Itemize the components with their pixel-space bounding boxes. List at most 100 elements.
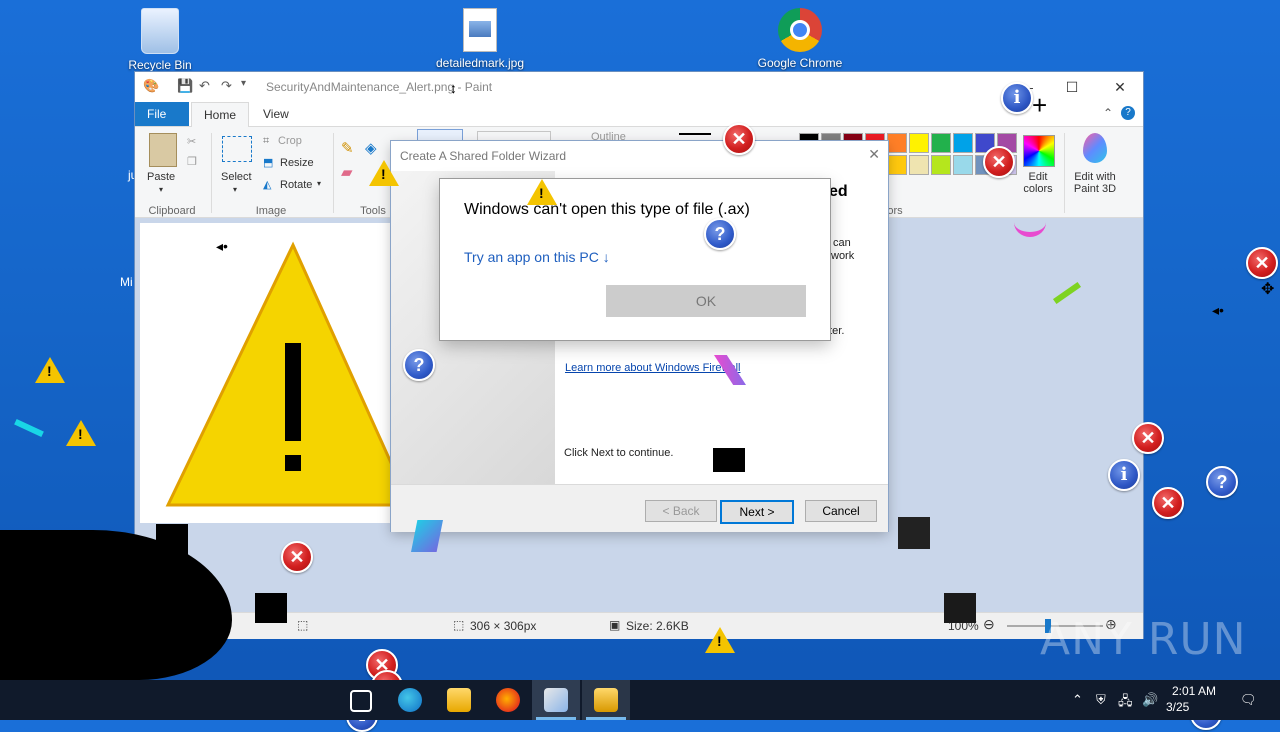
resize-button[interactable]: Resize <box>280 157 314 169</box>
security-tray-icon[interactable]: ⛨ <box>1096 692 1106 708</box>
tab-file[interactable]: File <box>135 102 189 126</box>
anyrun-watermark: ANY RUN <box>1040 614 1247 665</box>
file-explorer-icon[interactable] <box>447 688 471 712</box>
help-icon[interactable]: ? <box>1121 106 1135 120</box>
desktop-partial-label: Mi <box>120 275 133 289</box>
brushes-button[interactable] <box>417 129 463 141</box>
color-swatch[interactable] <box>953 155 973 175</box>
tab-home[interactable]: Home <box>191 102 250 127</box>
clock[interactable]: 2:01 AM 3/25 <box>1166 683 1222 715</box>
maximize-button[interactable]: ☐ <box>1049 72 1095 102</box>
resize-icon: ⬒ <box>263 157 274 169</box>
color-swatch[interactable] <box>931 155 951 175</box>
eraser-icon[interactable]: ▰ <box>341 163 353 181</box>
glitch-artifact <box>156 524 188 556</box>
next-button[interactable]: Next > <box>720 500 794 524</box>
pencil-icon[interactable]: ✎ <box>341 139 354 157</box>
customize-qat-icon[interactable]: ▾ <box>241 78 246 89</box>
notifications-icon[interactable]: 🗨 <box>1240 692 1257 708</box>
desktop-icon-detailedmark[interactable]: detailedmark.jpg <box>425 8 535 70</box>
exclamation-dot <box>285 455 301 471</box>
color-swatch[interactable] <box>909 133 929 153</box>
chrome-icon <box>778 8 822 52</box>
paste-button[interactable]: Paste <box>147 171 175 183</box>
error-icon: ✕ <box>983 146 1015 178</box>
color-swatch[interactable] <box>931 133 951 153</box>
size-line-icon[interactable] <box>679 133 711 135</box>
paint-app-icon: 🎨 <box>143 78 160 93</box>
copy-icon[interactable]: ❐ <box>187 155 197 168</box>
rotate-icon: ◭ <box>263 179 272 191</box>
paint-taskbar-button[interactable] <box>532 680 580 720</box>
tray-chevron-icon[interactable]: ⌃ <box>1072 692 1083 708</box>
edit-colors-button[interactable]: Edit colors <box>1017 171 1059 195</box>
firewall-link[interactable]: Learn more about Windows Firewall <box>565 362 740 374</box>
file-size: Size: 2.6KB <box>626 619 689 633</box>
move-cursor-icon: ✥ <box>1261 281 1275 298</box>
try-app-link[interactable]: Try an app on this PC ↓ <box>464 249 610 265</box>
chevron-down-icon[interactable]: ▾ <box>159 185 163 194</box>
crop-button[interactable]: Crop <box>278 135 302 147</box>
collapse-ribbon-icon[interactable]: ⌃ <box>1103 106 1113 120</box>
task-view-icon[interactable] <box>350 690 372 712</box>
save-icon[interactable]: 💾 <box>177 78 193 94</box>
warning-image <box>165 241 413 507</box>
open-with-dialog: Windows can't open this type of file (.a… <box>440 179 830 340</box>
ribbon-divider <box>211 133 212 213</box>
crop-icon: ⌗ <box>263 135 270 147</box>
rotate-button[interactable]: Rotate <box>280 179 312 191</box>
warning-icon: ! <box>66 420 96 446</box>
resize-cursor-icon: ↕ <box>450 80 457 96</box>
edge-icon[interactable] <box>398 688 422 712</box>
recycle-bin-icon <box>141 8 179 54</box>
edit-with-paint3d-button[interactable]: Edit with Paint 3D <box>1069 171 1121 195</box>
wizard-taskbar-button[interactable] <box>582 680 630 720</box>
volume-tray-icon[interactable]: 🔊 <box>1142 692 1158 708</box>
warning-icon: ! <box>527 179 557 205</box>
ok-button[interactable]: OK <box>606 285 806 317</box>
back-button[interactable]: < Back <box>645 500 717 522</box>
cut-icon[interactable]: ✂ <box>187 135 196 148</box>
warning-icon: ! <box>35 357 65 383</box>
group-label-tools: Tools <box>360 205 386 217</box>
network-tray-icon[interactable]: 🖧 <box>1118 692 1133 714</box>
wizard-text: work <box>831 250 855 262</box>
warning-icon: ! <box>705 627 735 653</box>
desktop-icon-chrome[interactable]: Google Chrome <box>745 8 855 70</box>
disk-icon: ▣ <box>609 618 621 632</box>
color-swatch[interactable] <box>909 155 929 175</box>
undo-icon[interactable]: ↶ <box>199 78 210 94</box>
help-icon: ? <box>403 349 435 381</box>
ribbon-divider <box>1064 133 1065 213</box>
color-swatch[interactable] <box>887 133 907 153</box>
glitch-artifact <box>898 517 930 549</box>
info-icon: i <box>1001 82 1033 114</box>
glitch-artifact <box>255 593 287 623</box>
image-dimensions: 306 × 306px <box>470 619 537 633</box>
color-swatch[interactable] <box>887 155 907 175</box>
select-icon <box>222 136 252 162</box>
paste-icon <box>149 133 177 167</box>
drawing-canvas[interactable] <box>140 223 413 523</box>
glitch-artifact <box>14 418 44 438</box>
firefox-icon[interactable] <box>496 688 520 712</box>
zoom-out-icon[interactable]: ⊖ <box>983 616 995 633</box>
cancel-button[interactable]: Cancel <box>805 500 877 522</box>
chevron-down-icon[interactable]: ▾ <box>317 179 321 188</box>
image-file-icon <box>463 8 497 52</box>
group-label-clipboard: Clipboard <box>148 205 196 217</box>
wizard-close-button[interactable]: ✕ <box>868 146 880 163</box>
redo-icon[interactable]: ↷ <box>221 78 232 94</box>
crosshair-cursor-icon: + <box>1032 90 1048 120</box>
window-title: SecurityAndMaintenance_Alert.png - Paint <box>266 80 493 94</box>
error-icon: ✕ <box>281 541 313 573</box>
desktop-icon-recycle-bin[interactable]: Recycle Bin <box>105 8 215 72</box>
warning-triangle <box>165 241 413 507</box>
tab-view[interactable]: View <box>251 102 301 126</box>
color-swatch[interactable] <box>953 133 973 153</box>
select-button[interactable]: Select <box>221 171 252 183</box>
close-button[interactable]: ✕ <box>1097 72 1143 102</box>
fill-icon[interactable]: ◈ <box>365 139 377 157</box>
glitch-artifact <box>713 448 745 472</box>
chevron-down-icon[interactable]: ▾ <box>233 185 237 194</box>
